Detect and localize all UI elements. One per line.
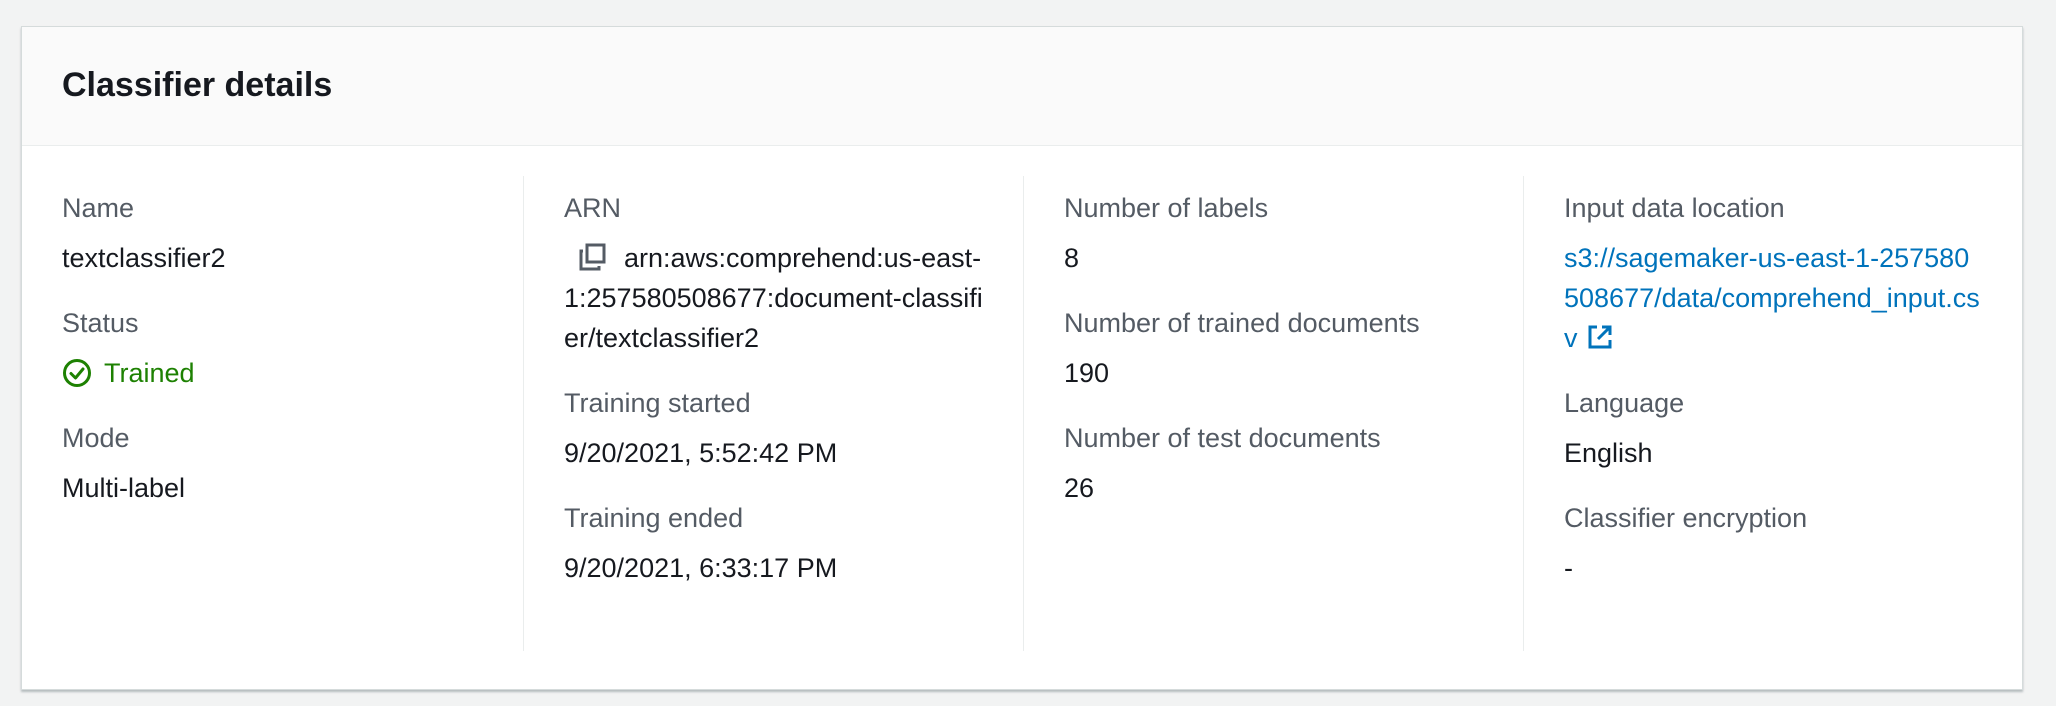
panel-header: Classifier details <box>22 27 2022 146</box>
input-data-location-link[interactable]: s3://sagemaker-us-east-1-257580508677/da… <box>1564 243 1980 353</box>
training-started-field: Training started 9/20/2021, 5:52:42 PM <box>564 383 984 473</box>
mode-value: Multi-label <box>62 473 186 503</box>
external-link-icon[interactable] <box>1586 323 1614 351</box>
encryption-field: Classifier encryption - <box>1564 498 1984 588</box>
encryption-label: Classifier encryption <box>1564 503 1808 533</box>
language-label: Language <box>1564 388 1685 418</box>
status-success-icon <box>63 359 91 387</box>
arn-value: arn:aws:comprehend:us-east-1:25758050867… <box>564 243 983 353</box>
status-value: Trained <box>104 358 195 388</box>
details-column-3: Number of labels 8 Number of trained doc… <box>1023 176 1524 651</box>
panel-title: Classifier details <box>62 66 333 104</box>
details-column-2: ARN arn:aws:comprehend:us-east-1:2575805… <box>523 176 1024 651</box>
training-ended-field: Training ended 9/20/2021, 6:33:17 PM <box>564 498 984 588</box>
training-ended-label: Training ended <box>564 503 744 533</box>
mode-field: Mode Multi-label <box>62 418 483 508</box>
training-ended-value: 9/20/2021, 6:33:17 PM <box>564 553 838 583</box>
details-column-4: Input data location s3://sagemaker-us-ea… <box>1523 176 2024 651</box>
name-label: Name <box>62 193 135 223</box>
num-trained-docs-label: Number of trained documents <box>1064 308 1420 338</box>
input-data-location-label: Input data location <box>1564 193 1785 223</box>
arn-field: ARN arn:aws:comprehend:us-east-1:2575805… <box>564 188 984 358</box>
classifier-details-panel: Classifier details Name textclassifier2 … <box>21 26 2023 690</box>
encryption-value: - <box>1564 553 1573 583</box>
num-trained-docs-field: Number of trained documents 190 <box>1064 303 1484 393</box>
name-field: Name textclassifier2 <box>62 188 483 278</box>
status-label: Status <box>62 308 139 338</box>
input-data-location-value: s3://sagemaker-us-east-1-257580508677/da… <box>1564 238 1984 358</box>
panel-body: Name textclassifier2 Status Trained Mode… <box>22 146 2022 689</box>
status-field: Status Trained <box>62 303 483 393</box>
language-field: Language English <box>1564 383 1984 473</box>
status-indicator: Trained <box>62 353 483 393</box>
num-test-docs-label: Number of test documents <box>1064 423 1381 453</box>
language-value: English <box>1564 438 1653 468</box>
num-test-docs-value: 26 <box>1064 473 1095 503</box>
arn-label: ARN <box>564 193 622 223</box>
name-value: textclassifier2 <box>62 243 226 273</box>
input-data-location-field: Input data location s3://sagemaker-us-ea… <box>1564 188 1984 358</box>
num-trained-docs-value: 190 <box>1064 358 1110 388</box>
training-started-value: 9/20/2021, 5:52:42 PM <box>564 438 838 468</box>
mode-label: Mode <box>62 423 130 453</box>
arn-value-container: arn:aws:comprehend:us-east-1:25758050867… <box>564 238 984 358</box>
copy-icon[interactable] <box>578 242 608 272</box>
num-test-docs-field: Number of test documents 26 <box>1064 418 1484 508</box>
training-started-label: Training started <box>564 388 751 418</box>
num-labels-value: 8 <box>1064 243 1080 273</box>
details-column-1: Name textclassifier2 Status Trained Mode… <box>22 176 523 651</box>
num-labels-label: Number of labels <box>1064 193 1269 223</box>
num-labels-field: Number of labels 8 <box>1064 188 1484 278</box>
